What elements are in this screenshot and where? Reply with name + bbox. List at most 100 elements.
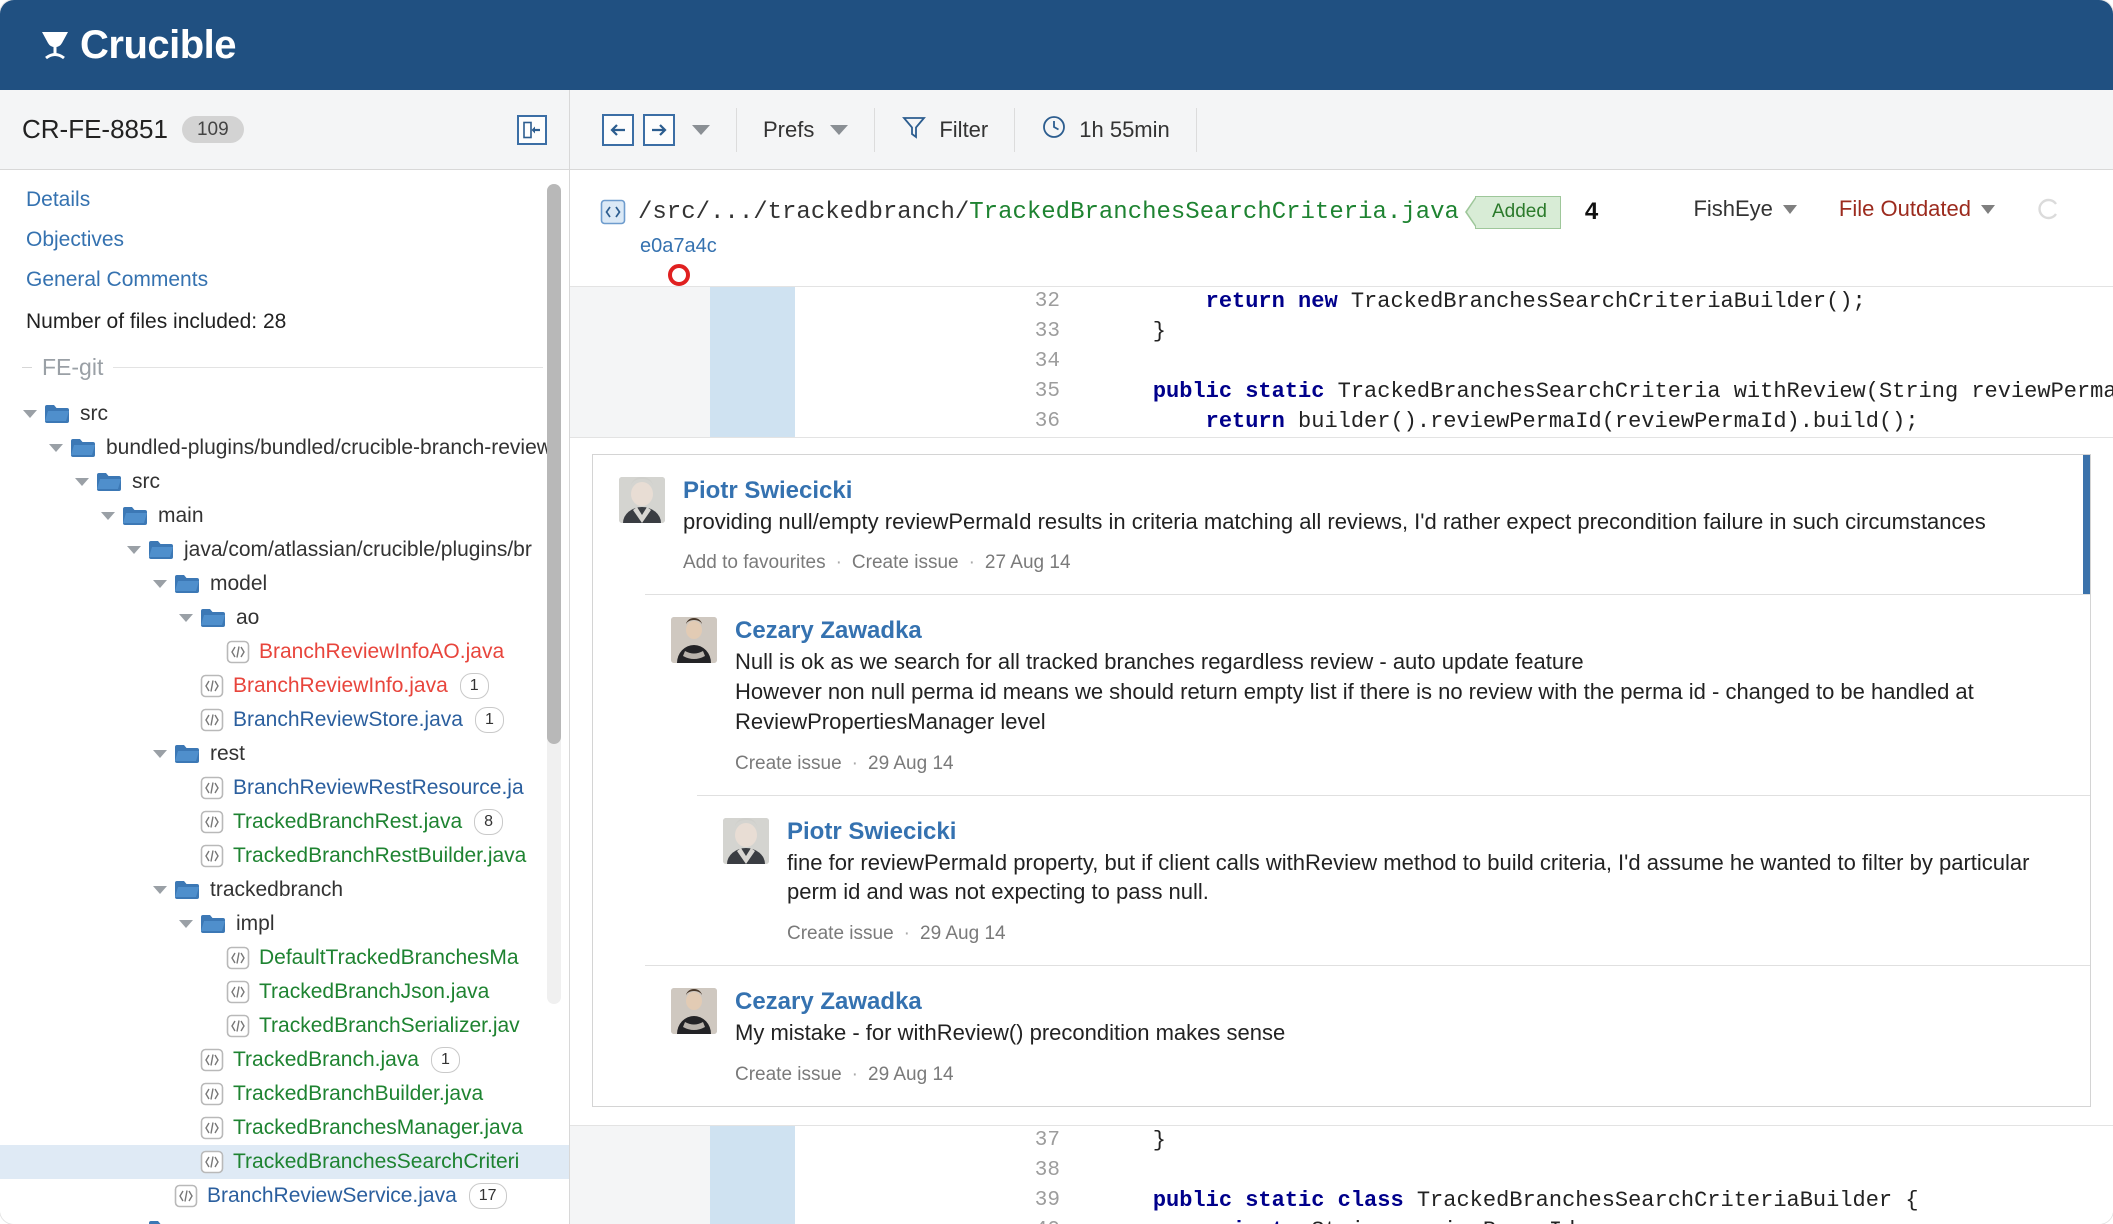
avatar[interactable]: [619, 476, 665, 523]
tree-folder-row[interactable]: resources: [0, 1213, 569, 1224]
tree-folder-row[interactable]: src: [0, 465, 569, 499]
arrow-left-icon[interactable]: [602, 113, 634, 146]
prefs-button[interactable]: Prefs: [763, 117, 849, 143]
refresh-icon[interactable]: [2035, 196, 2061, 222]
disclosure-triangle-icon[interactable]: [48, 440, 64, 456]
create-issue-action[interactable]: Create issue: [735, 753, 842, 775]
line-number: 36: [1034, 410, 1060, 434]
comment[interactable]: Piotr Swiecicki fine for reviewPermaId pr…: [697, 794, 2090, 965]
chevron-down-icon[interactable]: [830, 124, 849, 135]
code-line[interactable]: 40 private String reviewPermaId;: [795, 1216, 2113, 1224]
chevron-down-icon[interactable]: [1782, 204, 1797, 214]
tree-file-row[interactable]: TrackedBranchSerializer.jav: [0, 1009, 569, 1043]
code-line[interactable]: 38: [795, 1156, 2113, 1186]
code-line[interactable]: 33 }: [795, 317, 2113, 347]
avatar[interactable]: [671, 987, 717, 1034]
tree-item-label: BranchReviewInfoAO.java: [259, 640, 505, 663]
tree-file-row[interactable]: BranchReviewInfo.java 1: [0, 669, 569, 703]
fisheye-label: FishEye: [1693, 196, 1773, 221]
comment[interactable]: Piotr Swiecicki providing null/empty revi…: [593, 454, 2090, 595]
tree-file-row[interactable]: TrackedBranchesManager.java: [0, 1111, 569, 1145]
sidebar-scrollbar[interactable]: [547, 184, 561, 1004]
code-block-top: 32 return new TrackedBranchesSearchCrite…: [570, 285, 2113, 438]
chevron-down-icon[interactable]: [1981, 204, 1995, 214]
tree-file-row[interactable]: TrackedBranch.java 1: [0, 1043, 569, 1077]
disclosure-triangle-icon[interactable]: [178, 610, 194, 626]
crucible-logo-icon: [38, 28, 72, 62]
filter-button[interactable]: Filter: [901, 114, 988, 146]
tree-folder-row[interactable]: src: [0, 397, 569, 431]
avatar[interactable]: [723, 817, 769, 864]
comment[interactable]: Cezary Zawadka My mistake - for withRevie…: [645, 964, 2090, 1106]
tree-item-label: TrackedBranchRest.java: [233, 810, 463, 833]
create-issue-action[interactable]: Create issue: [787, 923, 894, 945]
tree-folder-row[interactable]: rest: [0, 737, 569, 771]
line-number: 34: [1034, 350, 1060, 374]
disclosure-triangle-icon[interactable]: [152, 576, 168, 592]
comment-author[interactable]: Piotr Swiecicki: [787, 818, 2064, 846]
disclosure-triangle-icon[interactable]: [126, 542, 142, 558]
disclosure-triangle-icon[interactable]: [100, 508, 116, 524]
tree-item-label: main: [158, 504, 204, 527]
code-text: private String reviewPermaId;: [1100, 1218, 1589, 1224]
comment-author[interactable]: Cezary Zawadka: [735, 617, 2064, 645]
tree-folder-row[interactable]: model: [0, 567, 569, 601]
tree-file-row[interactable]: TrackedBranchRest.java 8: [0, 805, 569, 839]
create-issue-action[interactable]: Create issue: [852, 552, 959, 574]
crucible-logo[interactable]: Crucible: [38, 23, 237, 68]
tree-file-row[interactable]: BranchReviewStore.java 1: [0, 703, 569, 737]
code-line[interactable]: 39 public static class TrackedBranchesSe…: [795, 1186, 2113, 1216]
tree-folder-row[interactable]: impl: [0, 907, 569, 941]
java-file-icon: [200, 1048, 224, 1072]
crucible-app-window: Crucible CR-FE-8851 109 Details Objectiv…: [0, 0, 2113, 1224]
time-spent-indicator[interactable]: 1h 55min: [1041, 114, 1170, 146]
collapse-panel-icon[interactable]: [517, 114, 547, 145]
revision-hash[interactable]: e0a7a4c: [640, 235, 717, 257]
disclosure-triangle-icon[interactable]: [22, 406, 38, 422]
tree-file-row[interactable]: DefaultTrackedBranchesMa: [0, 941, 569, 975]
arrow-right-icon[interactable]: [643, 113, 675, 146]
disclosure-triangle-icon[interactable]: [178, 916, 194, 932]
code-line[interactable]: 35 public static TrackedBranchesSearchCr…: [795, 377, 2113, 407]
fisheye-menu[interactable]: FishEye: [1693, 196, 1797, 222]
disclosure-triangle-icon[interactable]: [152, 746, 168, 762]
sidebar-scrollbar-thumb[interactable]: [547, 184, 561, 744]
chevron-down-icon[interactable]: [692, 124, 710, 135]
file-outdated-menu[interactable]: File Outdated: [1839, 196, 1995, 222]
file-path[interactable]: /src/.../trackedbranch/TrackedBranchesSe…: [638, 199, 1459, 226]
avatar[interactable]: [671, 617, 717, 664]
tree-file-row[interactable]: BranchReviewRestResource.ja: [0, 771, 569, 805]
tree-file-row[interactable]: TrackedBranchRestBuilder.java: [0, 839, 569, 873]
sidebar-item-objectives[interactable]: Objectives: [26, 228, 543, 252]
gutter-left: [570, 1125, 710, 1224]
tree-file-row[interactable]: BranchReviewInfoAO.java: [0, 635, 569, 669]
tree-file-row[interactable]: TrackedBranchesSearchCriteri: [0, 1145, 569, 1179]
code-line[interactable]: 37 }: [795, 1126, 2113, 1156]
tree-file-row[interactable]: TrackedBranchBuilder.java: [0, 1077, 569, 1111]
disclosure-triangle-icon[interactable]: [152, 882, 168, 898]
comment[interactable]: Cezary Zawadka Null is ok as we search fo…: [645, 594, 2090, 794]
tree-file-row[interactable]: BranchReviewService.java 17: [0, 1179, 569, 1213]
tree-item-label: java/com/atlassian/crucible/plugins/br: [184, 538, 532, 561]
tree-file-row[interactable]: TrackedBranchJson.java: [0, 975, 569, 1009]
action-separator: ·: [968, 552, 975, 574]
tree-folder-row[interactable]: java/com/atlassian/crucible/plugins/br: [0, 533, 569, 567]
sidebar-item-general-comments[interactable]: General Comments: [26, 268, 543, 292]
sidebar-item-details[interactable]: Details: [26, 188, 543, 212]
code-line[interactable]: 34: [795, 347, 2113, 377]
tree-folder-row[interactable]: bundled-plugins/bundled/crucible-branch-…: [0, 431, 569, 465]
comment-author[interactable]: Cezary Zawadka: [735, 988, 2064, 1016]
code-line[interactable]: 32 return new TrackedBranchesSearchCrite…: [795, 287, 2113, 317]
comment-date: 29 Aug 14: [868, 752, 954, 774]
tree-folder-row[interactable]: trackedbranch: [0, 873, 569, 907]
add-to-favourites-action[interactable]: Add to favourites: [683, 552, 826, 574]
tree-folder-row[interactable]: main: [0, 499, 569, 533]
comment-author[interactable]: Piotr Swiecicki: [683, 477, 2064, 505]
tree-folder-row[interactable]: ao: [0, 601, 569, 635]
code-line[interactable]: 36 return builder().reviewPermaId(review…: [795, 407, 2113, 437]
create-issue-action[interactable]: Create issue: [735, 1064, 842, 1086]
comment-marker-icon[interactable]: [668, 263, 690, 286]
disclosure-triangle-icon[interactable]: [74, 474, 90, 490]
file-comment-count: 4: [1584, 198, 1599, 226]
